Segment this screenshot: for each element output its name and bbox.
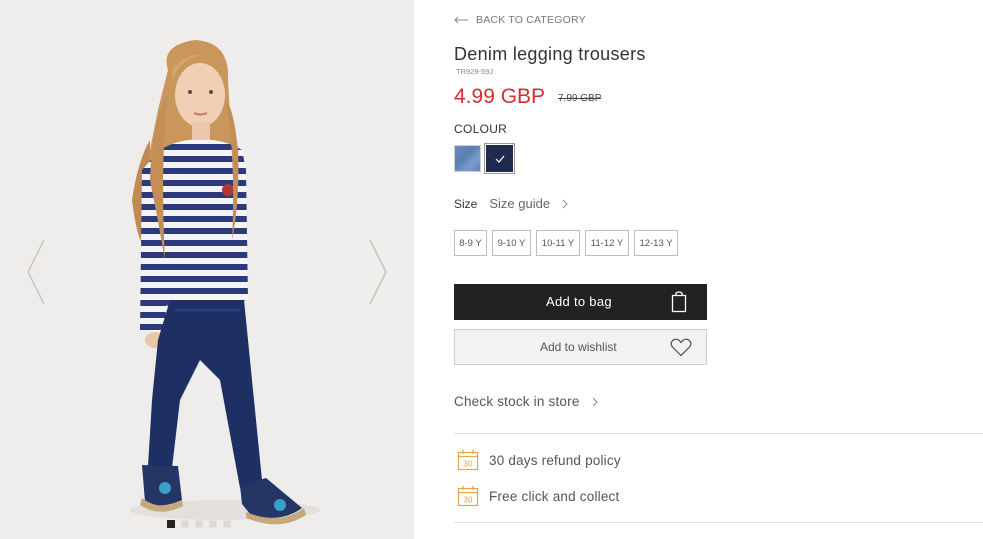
divider — [454, 433, 983, 434]
product-photo — [130, 40, 320, 525]
click-collect-label: Free click and collect — [489, 488, 620, 504]
click-collect-item: 30 Free click and collect — [457, 485, 619, 507]
back-to-category-link[interactable]: BACK TO CATEGORY — [454, 14, 586, 26]
gallery-dot[interactable] — [195, 520, 203, 528]
svg-text:30: 30 — [463, 496, 473, 505]
gallery-dot[interactable] — [223, 520, 231, 528]
size-row: Size Size guide — [454, 196, 568, 211]
add-to-wishlist-button[interactable]: Add to wishlist — [454, 329, 707, 365]
size-guide-label: Size guide — [489, 196, 551, 211]
gallery-next-button[interactable] — [366, 238, 390, 306]
add-to-bag-button[interactable]: Add to bag — [454, 284, 707, 320]
gallery-dot[interactable] — [209, 520, 217, 528]
chevron-right-icon — [369, 239, 387, 305]
refund-policy-item: 30 30 days refund policy — [457, 449, 621, 471]
gallery-dot[interactable] — [167, 520, 175, 528]
original-price: 7.99 GBP — [558, 93, 602, 104]
divider — [454, 522, 983, 523]
add-to-bag-label: Add to bag — [546, 294, 612, 309]
product-info-panel: BACK TO CATEGORY Denim legging trousers … — [454, 0, 983, 539]
gallery-dot[interactable] — [181, 520, 189, 528]
product-sku: TR929-59J — [456, 67, 494, 76]
back-to-category-label: BACK TO CATEGORY — [476, 14, 586, 26]
gallery-pagination — [167, 520, 231, 528]
size-options: 8-9 Y 9-10 Y 10-11 Y 11-12 Y 12-13 Y — [454, 230, 678, 256]
calendar-30-icon: 30 — [457, 486, 479, 507]
product-image-gallery — [0, 0, 414, 539]
size-guide-link[interactable]: Size guide — [489, 196, 568, 211]
chevron-left-icon — [27, 239, 45, 305]
add-to-wishlist-label: Add to wishlist — [540, 340, 617, 354]
colour-swatch-light-denim[interactable] — [454, 145, 481, 172]
shopping-bag-icon — [671, 291, 687, 313]
check-stock-label: Check stock in store — [454, 394, 580, 409]
gallery-prev-button[interactable] — [24, 238, 48, 306]
colour-swatch-navy[interactable] — [484, 143, 515, 174]
size-option[interactable]: 8-9 Y — [454, 230, 487, 256]
svg-text:30: 30 — [463, 460, 473, 469]
check-icon — [495, 155, 504, 163]
refund-policy-label: 30 days refund policy — [489, 452, 621, 468]
check-stock-link[interactable]: Check stock in store — [454, 394, 598, 409]
arrow-left-icon — [454, 16, 468, 24]
heart-icon — [670, 338, 692, 357]
size-label: Size — [454, 196, 478, 211]
chevron-right-icon — [592, 397, 598, 406]
chevron-right-icon — [562, 199, 568, 208]
current-price: 4.99 GBP — [454, 85, 546, 108]
product-title: Denim legging trousers — [454, 44, 646, 64]
size-option[interactable]: 12-13 Y — [634, 230, 678, 256]
size-option[interactable]: 9-10 Y — [492, 230, 531, 256]
size-option[interactable]: 10-11 Y — [536, 230, 580, 256]
calendar-30-icon: 30 — [457, 450, 479, 471]
size-option[interactable]: 11-12 Y — [585, 230, 629, 256]
colour-label: COLOUR — [454, 122, 508, 136]
